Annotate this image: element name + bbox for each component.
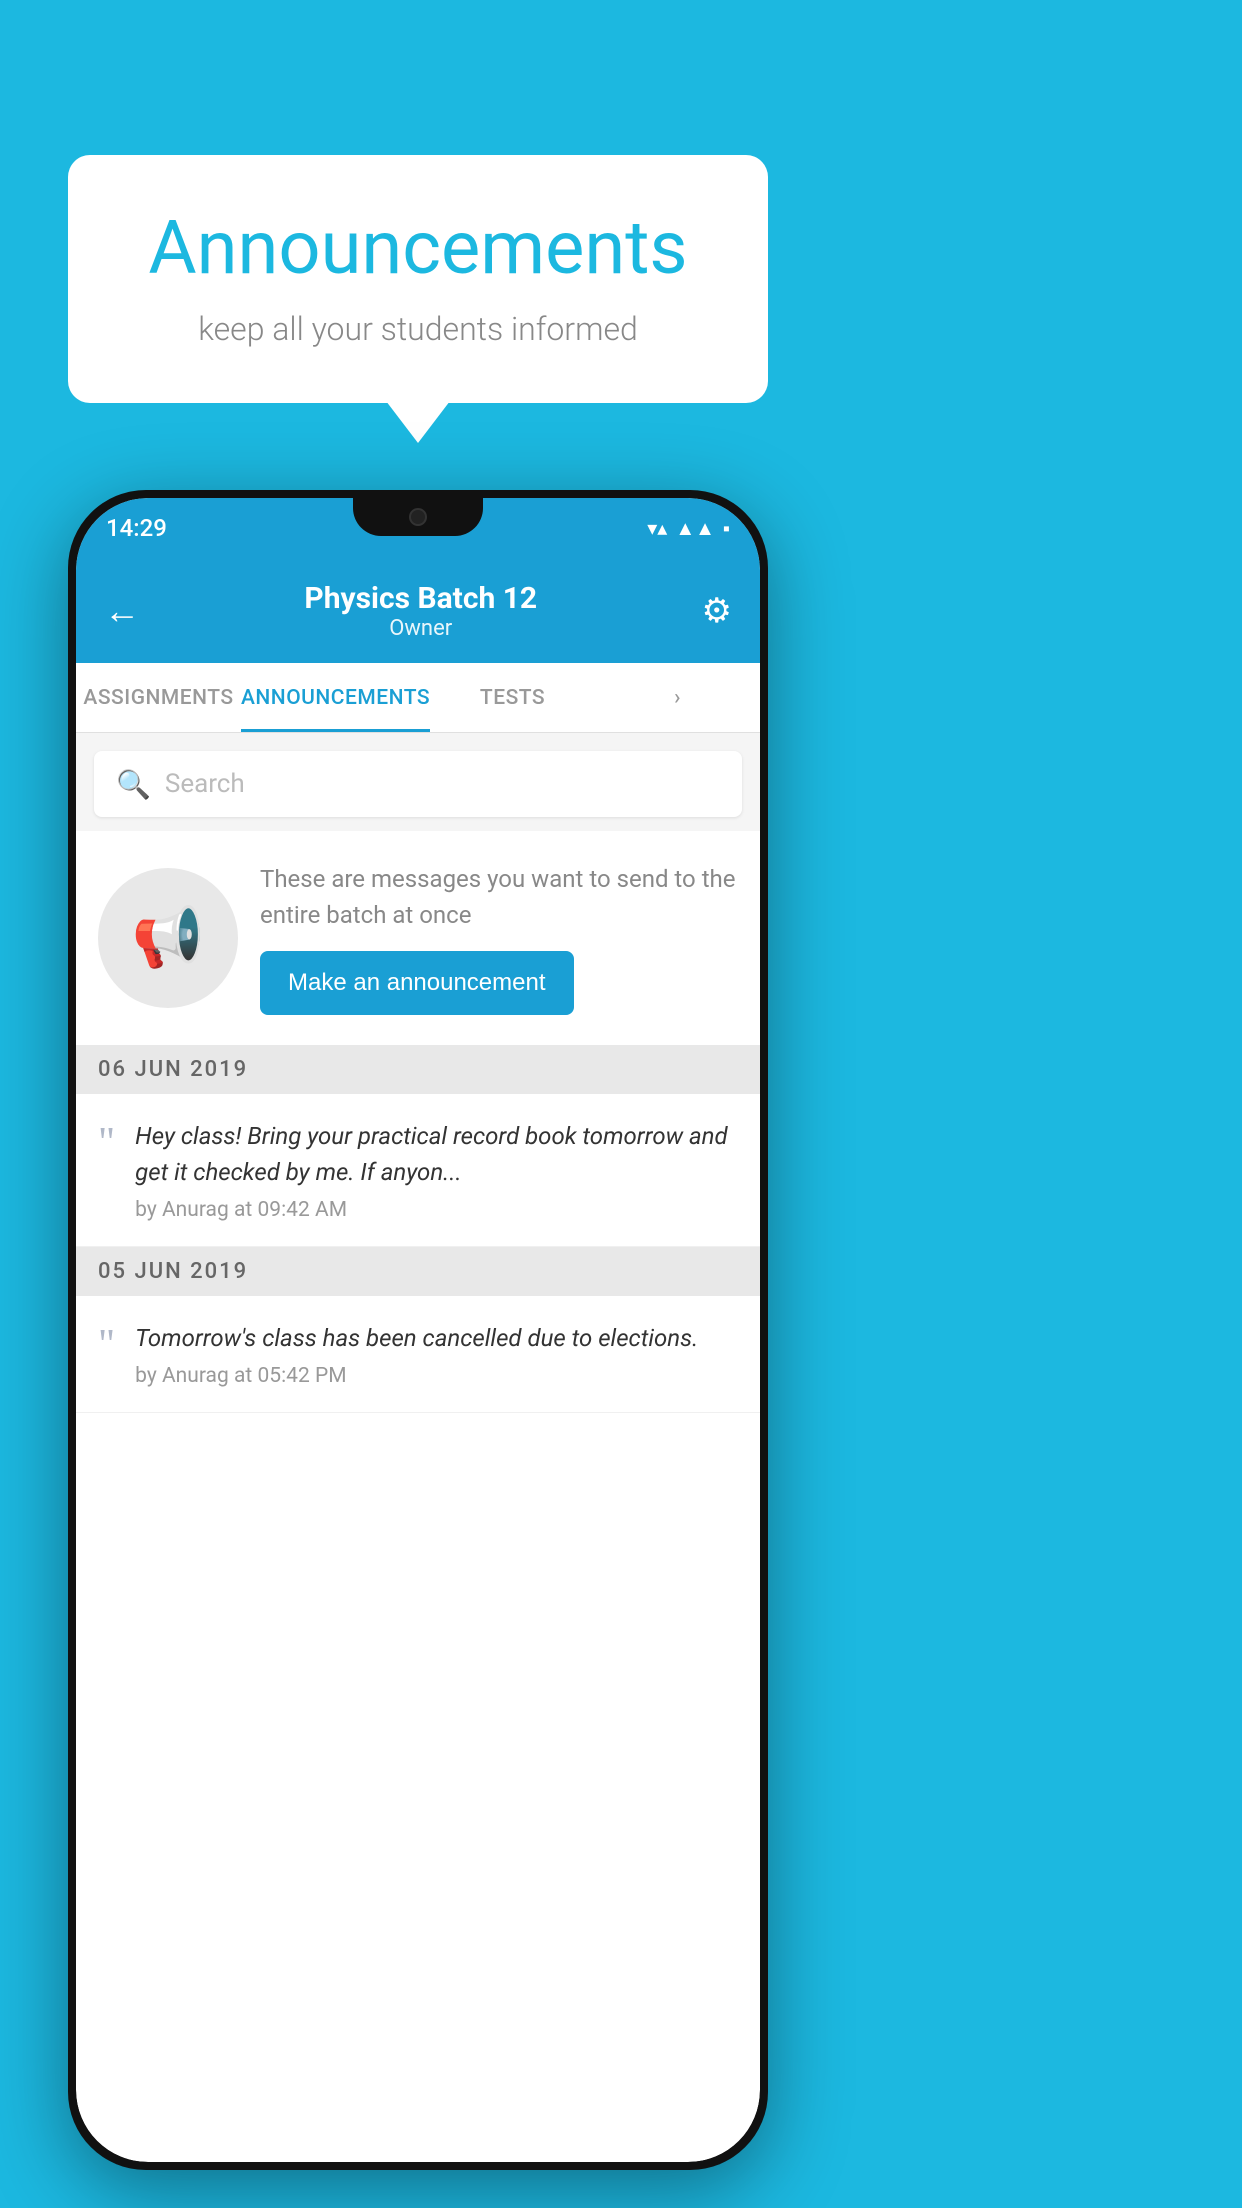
- promo-icon-circle: 📢: [98, 868, 238, 1008]
- announcement-message-1: Hey class! Bring your practical record b…: [135, 1118, 738, 1190]
- camera-dot: [409, 508, 427, 526]
- header-center: Physics Batch 12 Owner: [304, 581, 537, 641]
- phone-screen: 14:29 ▾▴ ▲▲ ▪ ← Physics Batch 12 Owner ⚙…: [76, 498, 760, 2162]
- promo-card: 📢 These are messages you want to send to…: [76, 831, 760, 1045]
- screen-content: 🔍 Search 📢 These are messages you want t…: [76, 733, 760, 1413]
- signal-icon: ▲▲: [675, 516, 715, 541]
- bubble-title: Announcements: [128, 205, 708, 292]
- search-bar[interactable]: 🔍 Search: [94, 751, 742, 817]
- speech-bubble-wrapper: Announcements keep all your students inf…: [68, 155, 768, 403]
- settings-icon[interactable]: ⚙: [702, 591, 732, 631]
- make-announcement-button[interactable]: Make an announcement: [260, 951, 574, 1015]
- promo-right: These are messages you want to send to t…: [260, 861, 738, 1015]
- tab-more[interactable]: ›: [595, 663, 760, 732]
- announcement-meta-1: by Anurag at 09:42 AM: [135, 1198, 738, 1222]
- announcement-text-2: Tomorrow's class has been cancelled due …: [135, 1320, 738, 1388]
- back-button[interactable]: ←: [104, 590, 140, 632]
- bubble-subtitle: keep all your students informed: [128, 310, 708, 348]
- announcement-message-2: Tomorrow's class has been cancelled due …: [135, 1320, 738, 1356]
- announcement-meta-2: by Anurag at 05:42 PM: [135, 1364, 738, 1388]
- status-time: 14:29: [106, 514, 167, 542]
- app-header: ← Physics Batch 12 Owner ⚙: [76, 558, 760, 663]
- tab-assignments[interactable]: ASSIGNMENTS: [76, 663, 241, 732]
- promo-description: These are messages you want to send to t…: [260, 861, 738, 933]
- status-icons: ▾▴ ▲▲ ▪: [647, 516, 730, 541]
- header-subtitle: Owner: [304, 616, 537, 641]
- tab-tests[interactable]: TESTS: [430, 663, 595, 732]
- wifi-icon: ▾▴: [647, 516, 667, 540]
- tab-announcements[interactable]: ANNOUNCEMENTS: [241, 663, 430, 732]
- date-separator-2: 05 JUN 2019: [76, 1247, 760, 1296]
- header-title: Physics Batch 12: [304, 581, 537, 616]
- quote-icon-2: ": [98, 1324, 115, 1388]
- announcement-text-1: Hey class! Bring your practical record b…: [135, 1118, 738, 1222]
- search-input[interactable]: Search: [165, 769, 245, 799]
- search-icon: 🔍: [116, 768, 151, 801]
- speech-bubble: Announcements keep all your students inf…: [68, 155, 768, 403]
- phone-frame: 14:29 ▾▴ ▲▲ ▪ ← Physics Batch 12 Owner ⚙…: [68, 490, 768, 2170]
- phone-inner: 14:29 ▾▴ ▲▲ ▪ ← Physics Batch 12 Owner ⚙…: [76, 498, 760, 2162]
- announcement-icon: 📢: [132, 904, 204, 972]
- announcement-item-1[interactable]: " Hey class! Bring your practical record…: [76, 1094, 760, 1247]
- battery-icon: ▪: [723, 516, 730, 541]
- announcement-item-2[interactable]: " Tomorrow's class has been cancelled du…: [76, 1296, 760, 1413]
- phone-notch: [353, 498, 483, 536]
- date-separator-1: 06 JUN 2019: [76, 1045, 760, 1094]
- tab-bar: ASSIGNMENTS ANNOUNCEMENTS TESTS ›: [76, 663, 760, 733]
- quote-icon-1: ": [98, 1122, 115, 1222]
